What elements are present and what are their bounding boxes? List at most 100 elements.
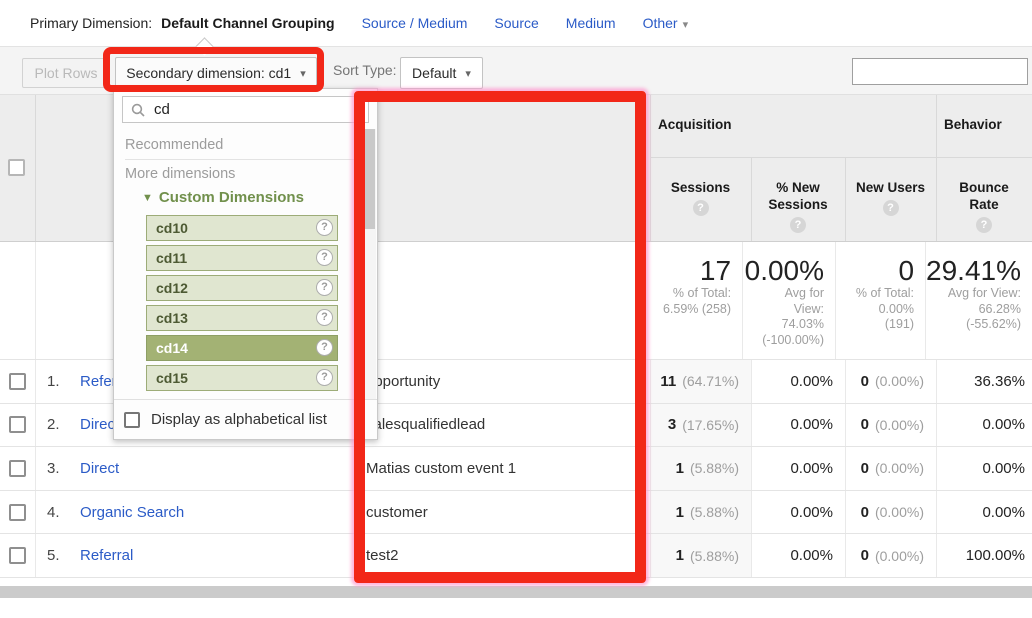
dropdown-list: Recommended More dimensions ▼Custom Dime… xyxy=(114,129,362,399)
tab-default-channel-grouping[interactable]: Default Channel Grouping xyxy=(161,15,334,31)
sessions-value: 1 (5.88%) xyxy=(650,534,751,577)
dropdown-search-text: cd xyxy=(154,101,170,118)
bounce-rate-value: 0.00% xyxy=(936,404,1032,447)
caret-down-icon: ▾ xyxy=(465,67,471,80)
group-header-acquisition: Acquisition xyxy=(658,117,732,132)
new-sessions-value: 0.00% xyxy=(751,534,845,577)
help-icon[interactable]: ? xyxy=(693,200,709,216)
new-users-value: 0 (0.00%) xyxy=(845,447,936,490)
dimension-dropdown: cd Recommended More dimensions ▼Custom D… xyxy=(113,88,378,440)
totals-new-users: 0 % of Total: 0.00% (191) xyxy=(835,242,925,359)
sessions-value: 3 (17.65%) xyxy=(650,404,751,447)
other-caret-icon: ▾ xyxy=(683,19,689,31)
group-header-behavior: Behavior xyxy=(944,117,1002,132)
new-users-value: 0 (0.00%) xyxy=(845,534,936,577)
row-number: 5. xyxy=(47,547,80,564)
dropdown-item-cd15[interactable]: cd15 ? xyxy=(146,365,338,391)
channel-link[interactable]: Direct xyxy=(80,460,119,477)
help-icon[interactable]: ? xyxy=(316,309,333,326)
dropdown-item-cd12[interactable]: cd12 ? xyxy=(146,275,338,301)
search-icon xyxy=(131,103,145,117)
sessions-value: 11 (64.71%) xyxy=(650,360,751,403)
metric-group-row: Acquisition Behavior xyxy=(650,95,1032,158)
row-checkbox[interactable] xyxy=(9,504,26,521)
bounce-rate-value: 36.36% xyxy=(936,360,1032,403)
horizontal-scrollbar[interactable] xyxy=(0,586,1032,598)
row-checkbox[interactable] xyxy=(9,460,26,477)
row-number: 1. xyxy=(47,373,80,390)
dropdown-item-cd13[interactable]: cd13 ? xyxy=(146,305,338,331)
col-header-new-sessions[interactable]: % New Sessions ? xyxy=(751,158,845,241)
dropdown-scrollbar[interactable] xyxy=(362,129,376,399)
bounce-rate-value: 0.00% xyxy=(936,447,1032,490)
row-checkbox[interactable] xyxy=(9,416,26,433)
row-number: 4. xyxy=(47,504,80,521)
tab-other[interactable]: Other▾ xyxy=(643,15,689,31)
custom-dimensions-toggle[interactable]: ▼Custom Dimensions xyxy=(125,189,362,209)
analytics-report-screen: Primary Dimension: Default Channel Group… xyxy=(0,0,1032,618)
new-sessions-value: 0.00% xyxy=(751,404,845,447)
divider xyxy=(125,159,362,160)
new-users-value: 0 (0.00%) xyxy=(845,491,936,534)
col-header-bounce-rate[interactable]: Bounce Rate ? xyxy=(936,158,1032,241)
help-icon[interactable]: ? xyxy=(316,369,333,386)
table-row: 4. Organic Search customer 1 (5.88%) 0.0… xyxy=(0,491,1032,535)
dropdown-item-cd11[interactable]: cd11 ? xyxy=(146,245,338,271)
bounce-rate-value: 0.00% xyxy=(936,491,1032,534)
totals-new-sessions: 0.00% Avg for View: 74.03% (-100.00%) xyxy=(742,242,835,359)
col-header-sessions[interactable]: Sessions ? ↓ xyxy=(650,158,751,241)
row-checkbox[interactable] xyxy=(9,547,26,564)
new-sessions-value: 0.00% xyxy=(751,360,845,403)
channel-link[interactable]: Referral xyxy=(80,547,133,564)
cd1-value: Matias custom event 1 xyxy=(355,447,650,490)
primary-dimension-label: Primary Dimension: xyxy=(30,15,152,31)
bounce-rate-value: 100.00% xyxy=(936,534,1032,577)
primary-dimension-bar: Primary Dimension: Default Channel Group… xyxy=(0,0,1032,46)
sort-type-button[interactable]: Default ▾ xyxy=(400,57,483,89)
table-search-input[interactable] xyxy=(852,58,1028,85)
dropdown-search-box[interactable]: cd xyxy=(122,96,369,123)
select-all-checkbox[interactable] xyxy=(8,159,25,176)
cd1-value: test2 xyxy=(355,534,650,577)
help-icon[interactable]: ? xyxy=(316,219,333,236)
col-header-new-users[interactable]: New Users ? xyxy=(845,158,936,241)
help-icon[interactable]: ? xyxy=(883,200,899,216)
row-number: 3. xyxy=(47,460,80,477)
help-icon[interactable]: ? xyxy=(976,217,992,233)
triangle-down-icon: ▼ xyxy=(142,192,153,204)
dimension-items: cd10 ? cd11 ? cd12 ? cd13 ? cd14 ? xyxy=(146,215,338,391)
alphabetical-checkbox[interactable] xyxy=(124,412,140,428)
sessions-value: 1 (5.88%) xyxy=(650,491,751,534)
new-users-value: 0 (0.00%) xyxy=(845,404,936,447)
new-sessions-value: 0.00% xyxy=(751,491,845,534)
dropdown-footer: Display as alphabetical list xyxy=(114,399,377,439)
row-checkbox[interactable] xyxy=(9,373,26,390)
row-number: 2. xyxy=(47,416,80,433)
cd1-value: salesqualifiedlead xyxy=(355,404,650,447)
table-row: 5. Referral test2 1 (5.88%) 0.00% 0 (0.0… xyxy=(0,534,1032,578)
totals-sessions: 17 % of Total: 6.59% (258) xyxy=(642,242,742,359)
tab-source[interactable]: Source xyxy=(494,15,538,31)
table-row: 3. Direct Matias custom event 1 1 (5.88%… xyxy=(0,447,1032,491)
dropdown-item-cd10[interactable]: cd10 ? xyxy=(146,215,338,241)
section-more-dimensions: More dimensions xyxy=(125,164,362,184)
cd1-value: opportunity xyxy=(355,360,650,403)
help-icon[interactable]: ? xyxy=(316,249,333,266)
help-icon[interactable]: ? xyxy=(316,279,333,296)
plot-rows-button[interactable]: Plot Rows xyxy=(22,58,110,88)
cd1-value: customer xyxy=(355,491,650,534)
dropdown-scrollbar-thumb[interactable] xyxy=(363,129,375,229)
dropdown-item-cd14-selected[interactable]: cd14 ? xyxy=(146,335,338,361)
secondary-dimension-button[interactable]: Secondary dimension: cd1 ▾ xyxy=(115,57,317,89)
sort-type-label: Sort Type: xyxy=(333,62,397,78)
channel-link[interactable]: Organic Search xyxy=(80,504,184,521)
new-sessions-value: 0.00% xyxy=(751,447,845,490)
alphabetical-label: Display as alphabetical list xyxy=(151,411,327,428)
help-icon[interactable]: ? xyxy=(316,339,333,356)
caret-down-icon: ▾ xyxy=(300,67,306,80)
new-users-value: 0 (0.00%) xyxy=(845,360,936,403)
help-icon[interactable]: ? xyxy=(790,217,806,233)
tab-source-medium[interactable]: Source / Medium xyxy=(362,15,468,31)
section-recommended: Recommended xyxy=(125,135,362,155)
tab-medium[interactable]: Medium xyxy=(566,15,616,31)
